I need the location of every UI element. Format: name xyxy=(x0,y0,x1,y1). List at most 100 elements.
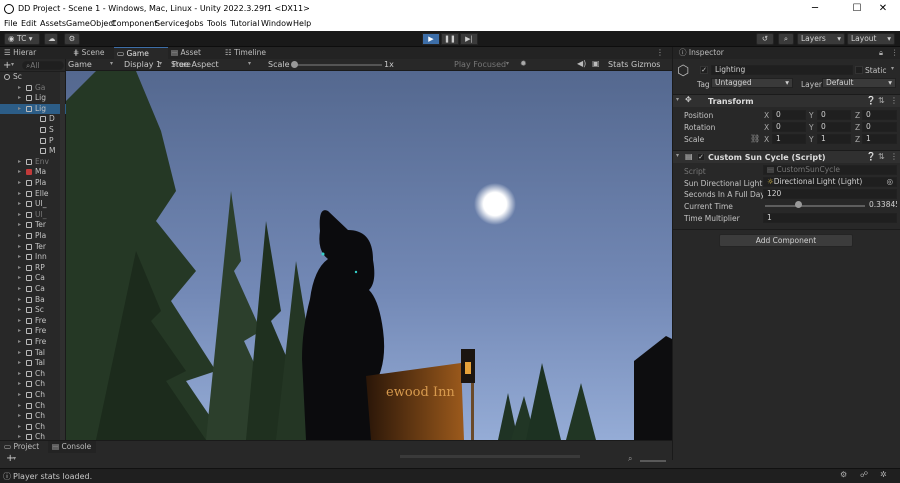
frame-icon[interactable]: ▣ xyxy=(592,59,600,68)
link-icon[interactable]: ⛓ xyxy=(750,134,760,143)
object-name-field[interactable]: Lighting xyxy=(711,65,853,75)
hierarchy-row[interactable]: M xyxy=(0,146,66,156)
mute-audio-icon[interactable]: ◀) xyxy=(577,59,586,68)
gizmos-button[interactable]: Gizmos xyxy=(631,60,660,69)
position-x-field[interactable]: 0 xyxy=(772,110,806,120)
hierarchy-row[interactable]: ▸ Fre xyxy=(0,316,66,326)
hierarchy-row[interactable]: ▸ Ca xyxy=(0,284,66,294)
static-checkbox[interactable] xyxy=(855,66,863,74)
minimize-button[interactable]: ─ xyxy=(798,0,832,18)
expand-arrow-icon[interactable]: ▸ xyxy=(18,157,21,167)
component-enabled-checkbox[interactable]: ✓ xyxy=(697,153,705,161)
history-icon[interactable]: ↺ xyxy=(756,33,774,45)
hierarchy-row[interactable]: ▸ Fre xyxy=(0,337,66,347)
transform-header[interactable]: ▾ ✥ Transform ❔ ⇅ ⋮ xyxy=(673,94,900,107)
hierarchy-row[interactable]: ▸ Ba xyxy=(0,295,66,305)
tab-asset-store[interactable]: ▤ Asset Store xyxy=(168,47,222,69)
menu-component[interactable]: Component xyxy=(111,19,157,28)
seconds-full-day-field[interactable]: 120 xyxy=(763,189,897,199)
hierarchy-row[interactable]: ▸ Ch xyxy=(0,422,66,432)
menu-tools[interactable]: Tools xyxy=(207,19,227,28)
hierarchy-row[interactable]: ▸ Ch xyxy=(0,401,66,411)
active-checkbox[interactable]: ✓ xyxy=(700,66,708,74)
chevron-down-icon[interactable]: ▾ xyxy=(11,61,14,68)
expand-arrow-icon[interactable]: ▸ xyxy=(18,295,21,305)
chevron-down-icon[interactable]: ▾ xyxy=(13,455,16,462)
expand-arrow-icon[interactable]: ▸ xyxy=(18,422,21,432)
hierarchy-row[interactable]: ▸ Ch xyxy=(0,390,66,400)
status-message[interactable]: Player stats loaded. xyxy=(13,472,92,481)
tab-project[interactable]: ▭ Project xyxy=(0,441,48,453)
step-button[interactable]: ▶| xyxy=(460,33,478,45)
hierarchy-row[interactable]: ▸ Ch xyxy=(0,369,66,379)
hierarchy-search-input[interactable]: ⌕All xyxy=(22,61,64,70)
hierarchy-row[interactable]: ▸ Elle xyxy=(0,189,66,199)
expand-arrow-icon[interactable]: ▸ xyxy=(18,284,21,294)
diagnostics-icon[interactable]: ⚙ xyxy=(840,470,847,479)
menu-help[interactable]: Help xyxy=(293,19,311,28)
tab-game[interactable]: ▭ Game xyxy=(114,47,168,59)
expand-arrow-icon[interactable]: ▸ xyxy=(18,178,21,188)
custom-sun-cycle-header[interactable]: ▾ ▤ ✓ Custom Sun Cycle (Script) ❔ ⇅ ⋮ xyxy=(673,150,900,163)
tag-dropdown[interactable]: Untagged ▾ xyxy=(711,78,793,88)
menu-tutorial[interactable]: Tutorial xyxy=(230,19,259,28)
menu-edit[interactable]: Edit xyxy=(21,19,37,28)
layout-dropdown[interactable]: Layout ▾ xyxy=(847,33,895,45)
hierarchy-row[interactable]: D xyxy=(0,114,66,124)
network-icon[interactable]: ☍ xyxy=(860,470,868,479)
tab-timeline[interactable]: ☷ Timeline xyxy=(222,47,270,59)
hierarchy-row[interactable]: ▸Sc xyxy=(0,72,66,82)
sun-directional-light-field[interactable]: ☼Directional Light (Light) ◎ xyxy=(763,177,897,187)
cloud-icon[interactable]: ☁ xyxy=(44,33,58,45)
menu-window[interactable]: Window xyxy=(261,19,293,28)
hierarchy-row[interactable]: ▸ Env xyxy=(0,157,66,167)
expand-arrow-icon[interactable]: ▸ xyxy=(18,379,21,389)
hierarchy-row[interactable]: ▸ UI_ xyxy=(0,199,66,209)
play-focused-dropdown[interactable]: Play Focused xyxy=(454,60,506,69)
expand-arrow-icon[interactable]: ▸ xyxy=(18,316,21,326)
chevron-down-icon[interactable]: ▾ xyxy=(891,65,894,72)
scale-y-field[interactable]: 1 xyxy=(817,134,851,144)
current-time-slider[interactable] xyxy=(765,205,865,207)
expand-arrow-icon[interactable]: ▸ xyxy=(18,83,21,93)
hierarchy-row[interactable]: ▸ Pla xyxy=(0,178,66,188)
hierarchy-row[interactable]: ▸ Ma xyxy=(0,167,66,177)
expand-arrow-icon[interactable]: ▸ xyxy=(18,252,21,262)
expand-arrow-icon[interactable]: ▸ xyxy=(18,348,21,358)
rotation-z-field[interactable]: 0 xyxy=(862,122,897,132)
current-time-field[interactable]: 0.33845 xyxy=(869,201,897,211)
hierarchy-row[interactable]: ▸ Inn xyxy=(0,252,66,262)
aspect-dropdown[interactable]: Free Aspect xyxy=(172,60,219,69)
hierarchy-row[interactable]: S xyxy=(0,125,66,135)
help-icon[interactable]: ❔ xyxy=(866,152,876,161)
layer-dropdown[interactable]: Default ▾ xyxy=(822,78,896,88)
hierarchy-row[interactable]: ▸ RP xyxy=(0,263,66,273)
hierarchy-row[interactable]: ▸ Ca xyxy=(0,273,66,283)
rotation-y-field[interactable]: 0 xyxy=(817,122,851,132)
expand-arrow-icon[interactable]: ▸ xyxy=(18,273,21,283)
expand-arrow-icon[interactable]: ▸ xyxy=(18,337,21,347)
presets-icon[interactable]: ⇅ xyxy=(878,96,885,105)
hierarchy-row[interactable]: ▸ Ga xyxy=(0,83,66,93)
hierarchy-row[interactable]: ▸ Fre xyxy=(0,326,66,336)
close-button[interactable]: ✕ xyxy=(866,0,900,18)
menu-gameobject[interactable]: GameObject xyxy=(66,19,116,28)
gear-icon[interactable]: ⚙ xyxy=(64,33,80,45)
menu-jobs[interactable]: Jobs xyxy=(187,19,204,28)
filter-icon[interactable]: ⌕ xyxy=(628,454,632,464)
hierarchy-row[interactable]: ▸ Lig xyxy=(0,93,66,103)
account-dropdown[interactable]: ◉ TC ▾ xyxy=(4,33,40,45)
display-dropdown[interactable]: Display 1 xyxy=(124,60,161,69)
position-y-field[interactable]: 0 xyxy=(817,110,851,120)
more-options-icon[interactable]: ⋮ xyxy=(890,96,898,105)
presets-icon[interactable]: ⇅ xyxy=(878,152,885,161)
more-options-icon[interactable]: ⋮ xyxy=(890,152,898,161)
tab-console[interactable]: ▤ Console xyxy=(48,441,96,453)
tab-scene[interactable]: ⋕ Scene xyxy=(70,47,114,59)
game-mode-dropdown[interactable]: Game xyxy=(68,60,92,69)
scale-slider-handle[interactable] xyxy=(291,61,298,68)
expand-arrow-icon[interactable]: ▸ xyxy=(18,326,21,336)
hierarchy-row[interactable]: ▸ Ter xyxy=(0,220,66,230)
expand-arrow-icon[interactable]: ▸ xyxy=(18,104,21,114)
hierarchy-row[interactable]: P xyxy=(0,136,66,146)
